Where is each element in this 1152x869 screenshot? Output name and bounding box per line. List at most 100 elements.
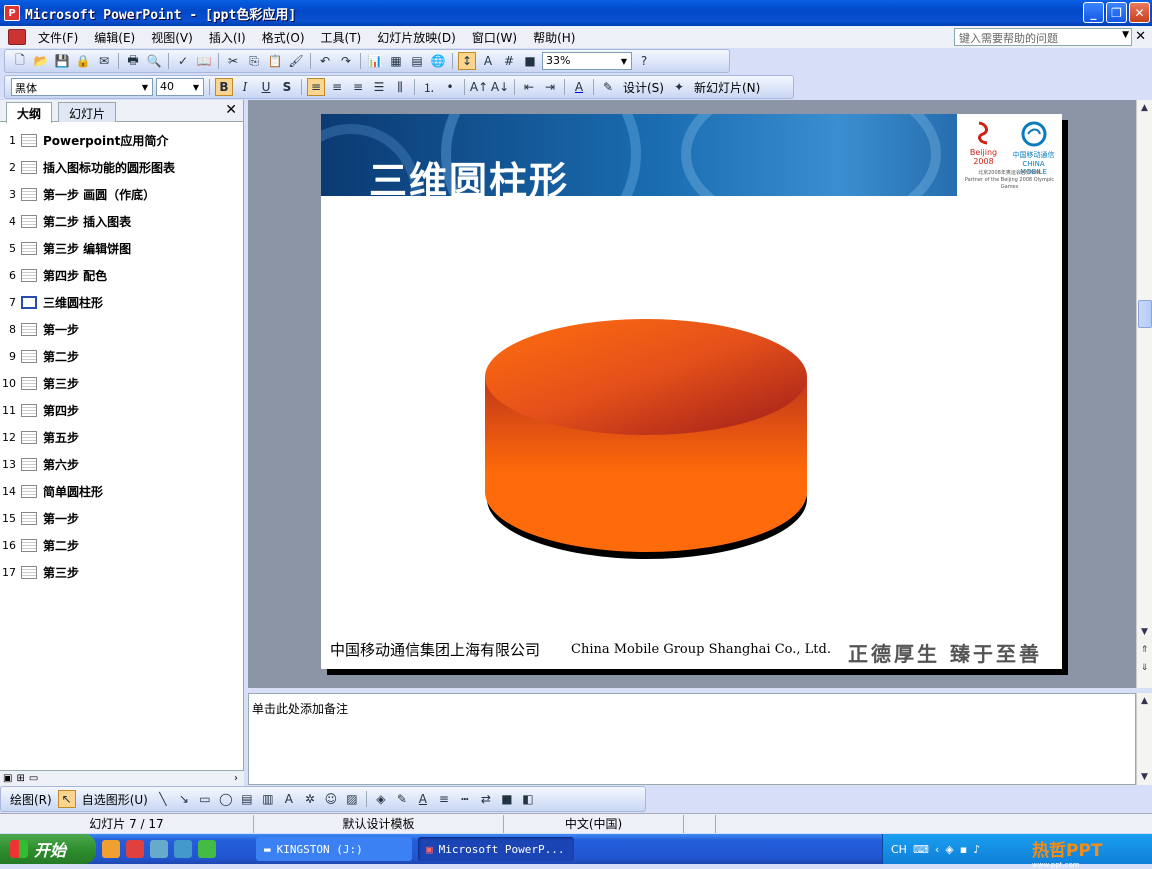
chevron-down-icon[interactable]: ▼ <box>190 80 202 94</box>
slide-thumbnail-icon[interactable] <box>21 403 37 417</box>
slide-title-text[interactable]: 第三步 <box>43 375 79 392</box>
slide-title-text[interactable]: 第二步 <box>43 537 79 554</box>
open-icon[interactable]: 📂 <box>32 52 50 70</box>
vertical-textbox-icon[interactable]: ▥ <box>259 790 277 808</box>
oval-icon[interactable]: ◯ <box>217 790 235 808</box>
scroll-thumb[interactable] <box>1138 300 1152 328</box>
undo-icon[interactable]: ↶ <box>316 52 334 70</box>
menu-edit[interactable]: 编辑(E) <box>86 29 143 46</box>
autoshapes-button[interactable]: 自选图形(U) <box>79 791 151 808</box>
slide-title[interactable]: 三维圆柱形 <box>369 150 569 196</box>
permission-icon[interactable]: 🔒 <box>74 52 92 70</box>
underline-button[interactable]: U <box>257 78 275 96</box>
scroll-up-icon[interactable]: ▲ <box>1137 693 1152 709</box>
outline-slide-row[interactable]: 6 第四步 配色 <box>0 264 240 286</box>
chevron-down-icon[interactable]: ▼ <box>139 80 151 94</box>
tab-outline[interactable]: 大纲 <box>6 102 53 123</box>
tray-expand-icon[interactable]: ‹ <box>935 843 939 856</box>
zoom-select[interactable]: 33% ▼ <box>542 52 632 70</box>
menu-help[interactable]: 帮助(H) <box>525 29 583 46</box>
outline-slide-row[interactable]: 14 简单圆柱形 <box>0 480 240 502</box>
next-slide-icon[interactable]: ⇓ <box>1137 660 1152 676</box>
select-objects-icon[interactable]: ↖ <box>57 790 76 808</box>
slide-vertical-scrollbar[interactable]: ▲ ▼ ⇑ ⇓ <box>1136 100 1152 688</box>
help-search-input[interactable]: 键入需要帮助的问题 ▼ <box>954 28 1132 46</box>
slide-thumbnail-icon[interactable] <box>21 295 37 309</box>
paste-icon[interactable]: 📋 <box>266 52 284 70</box>
slide-title-text[interactable]: Powerpoint应用简介 <box>43 132 168 149</box>
slide-thumbnail-icon[interactable] <box>21 484 37 498</box>
normal-view-icon[interactable]: ▣ <box>3 773 12 784</box>
outline-slide-row[interactable]: 4 第二步 插入图表 <box>0 210 240 232</box>
restore-button[interactable]: ❐ <box>1106 2 1127 23</box>
slide-title-text[interactable]: 插入图标功能的圆形图表 <box>43 159 175 176</box>
slide-thumbnail-icon[interactable] <box>21 133 37 147</box>
redo-icon[interactable]: ↷ <box>337 52 355 70</box>
picture-icon[interactable]: ▨ <box>343 790 361 808</box>
outline-slide-row[interactable]: 15 第一步 <box>0 507 240 529</box>
line-color-icon[interactable]: ✎ <box>393 790 411 808</box>
slide-title-text[interactable]: 三维圆柱形 <box>43 294 103 311</box>
slide-title-text[interactable]: 第二步 插入图表 <box>43 213 131 230</box>
save-icon[interactable]: 💾 <box>53 52 71 70</box>
start-button[interactable]: 开始 <box>0 834 96 864</box>
design-button[interactable]: 设计(S) <box>620 79 667 96</box>
outline-slide-row[interactable]: 1 Powerpoint应用简介 <box>0 129 240 151</box>
show-formatting-icon[interactable]: A <box>479 52 497 70</box>
increase-indent-icon[interactable]: ⇥ <box>541 78 559 96</box>
slide-thumbnail-icon[interactable] <box>21 241 37 255</box>
format-painter-icon[interactable]: 🖌 <box>287 52 305 70</box>
outline-slide-row[interactable]: 17 第三步 <box>0 561 240 583</box>
cylinder-shape[interactable] <box>481 314 811 564</box>
align-center-icon[interactable]: ≡ <box>328 78 346 96</box>
document-close-icon[interactable]: ✕ <box>1135 29 1146 44</box>
textbox-icon[interactable]: ▤ <box>238 790 256 808</box>
menu-format[interactable]: 格式(O) <box>254 29 313 46</box>
powerpoint-app-icon[interactable]: P <box>4 5 20 21</box>
slide-title-text[interactable]: 简单圆柱形 <box>43 483 103 500</box>
scroll-up-icon[interactable]: ▲ <box>1137 100 1152 116</box>
slide-title-text[interactable]: 第六步 <box>43 456 79 473</box>
quicklaunch-icon[interactable] <box>198 840 216 858</box>
status-template[interactable]: 默认设计模板 <box>254 814 504 833</box>
quicklaunch-icon[interactable] <box>126 840 144 858</box>
keyboard-icon[interactable]: ⌨ <box>913 843 929 856</box>
spelling-icon[interactable]: ✓ <box>174 52 192 70</box>
menu-view[interactable]: 视图(V) <box>143 29 201 46</box>
outline-slide-row[interactable]: 7 三维圆柱形 <box>0 291 240 313</box>
slide-title-text[interactable]: 第四步 <box>43 402 79 419</box>
research-icon[interactable]: 📖 <box>195 52 213 70</box>
taskbar-item-powerpoint[interactable]: ▣ Microsoft PowerP... <box>418 837 574 861</box>
chevron-down-icon[interactable]: ▼ <box>1122 30 1129 40</box>
cut-icon[interactable]: ✂ <box>224 52 242 70</box>
decrease-font-icon[interactable]: A↓ <box>491 78 509 96</box>
bold-button[interactable]: B <box>215 78 233 96</box>
slide-title-text[interactable]: 第三步 <box>43 564 79 581</box>
3d-style-icon[interactable]: ◧ <box>519 790 537 808</box>
show-grid-icon[interactable]: # <box>500 52 518 70</box>
shadow-button[interactable]: S <box>278 78 296 96</box>
outline-slide-row[interactable]: 11 第四步 <box>0 399 240 421</box>
close-icon[interactable]: ✕ <box>225 102 237 118</box>
slide-thumbnail-icon[interactable] <box>21 565 37 579</box>
volume-icon[interactable]: ♪ <box>973 843 980 856</box>
slide-thumbnail-icon[interactable] <box>21 160 37 174</box>
justify-icon[interactable]: ☰ <box>370 78 388 96</box>
expand-all-icon[interactable]: ↕ <box>458 52 476 70</box>
numbering-icon[interactable]: ⒈ <box>420 78 438 96</box>
slide-title-text[interactable]: 第二步 <box>43 348 79 365</box>
notes-scrollbar[interactable]: ▲ ▼ <box>1136 693 1152 785</box>
insert-table-icon[interactable]: ▦ <box>387 52 405 70</box>
tab-slides[interactable]: 幻灯片 <box>58 102 117 122</box>
outline-slide-row[interactable]: 2 插入图标功能的圆形图表 <box>0 156 240 178</box>
font-color-icon[interactable]: A <box>570 78 588 96</box>
taskbar-item-kingston[interactable]: ▬ KINGSTON (J:) <box>256 837 412 861</box>
align-right-icon[interactable]: ≡ <box>349 78 367 96</box>
tables-borders-icon[interactable]: ▤ <box>408 52 426 70</box>
slide-title-text[interactable]: 第一步 画圆（作底） <box>43 186 155 203</box>
slide-thumbnail-icon[interactable] <box>21 430 37 444</box>
slide-canvas[interactable]: 三维圆柱形 Beijing 2008 中国移动通信 CHINA MOBILE 北… <box>321 114 1062 669</box>
quicklaunch-icon[interactable] <box>174 840 192 858</box>
slide-title-text[interactable]: 第一步 <box>43 510 79 527</box>
font-color-icon[interactable]: A <box>414 790 432 808</box>
